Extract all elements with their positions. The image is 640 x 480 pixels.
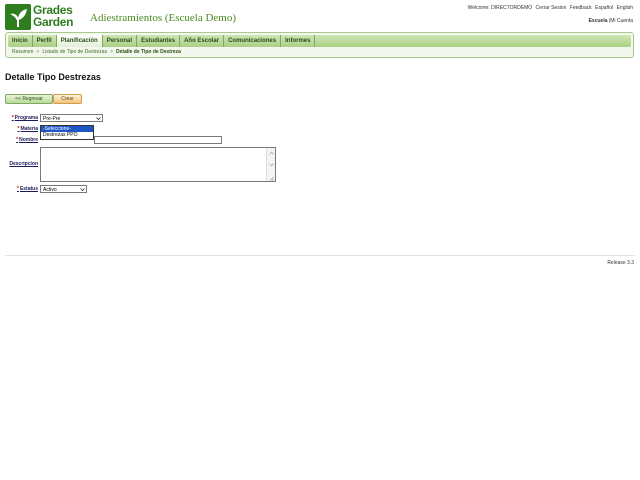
tab-comunicaciones[interactable]: Comunicaciones <box>224 35 282 47</box>
estatus-select[interactable]: Activo <box>40 185 87 193</box>
resize-grip-icon[interactable] <box>269 176 274 181</box>
programa-value: Pre-Pre <box>43 116 61 122</box>
programa-label: *Programa <box>11 115 38 121</box>
breadcrumb-listado[interactable]: Listado de Tipo de Destrezas <box>42 49 107 55</box>
tab-ano-escolar[interactable]: Año Escolar <box>180 35 225 47</box>
breadcrumb-separator-icon: > <box>36 49 40 55</box>
estatus-label: *Estatus <box>16 186 38 192</box>
main-nav: Inicio Perfil Planificación Personal Est… <box>8 35 631 47</box>
spanish-link[interactable]: Español <box>595 5 613 11</box>
tab-planificacion[interactable]: Planificación <box>56 35 103 47</box>
english-link[interactable]: English <box>617 5 633 11</box>
nav-container: Inicio Perfil Planificación Personal Est… <box>5 32 634 58</box>
school-links: Escuela |Mi Cuenta <box>588 18 633 24</box>
logo-wordmark: Grades Garden <box>33 3 74 29</box>
grades-garden-logo: Grades Garden <box>5 4 83 31</box>
required-mark: * <box>16 137 19 143</box>
tab-estudiantes[interactable]: Estudiantes <box>137 35 181 47</box>
back-button[interactable]: << Regresar <box>5 94 53 104</box>
scroll-down-icon[interactable] <box>269 163 274 167</box>
tab-perfil[interactable]: Perfil <box>33 35 57 47</box>
required-mark: * <box>16 186 19 192</box>
scroll-up-icon[interactable] <box>269 151 274 155</box>
chevron-down-icon <box>96 117 101 121</box>
app-title: Adiestramientos (Escuela Demo) <box>90 12 237 24</box>
breadcrumb: Resumen > Listado de Tipo de Destrezas > Det… <box>12 49 181 55</box>
page-title: Detalle Tipo Destrezas <box>5 72 101 82</box>
create-button[interactable]: Crear <box>53 94 82 104</box>
leaf-logo-icon <box>5 4 31 30</box>
my-account-link[interactable]: Mi Cuenta <box>610 18 633 24</box>
release-version: Release 3.3 <box>607 260 634 266</box>
required-mark: * <box>11 115 14 121</box>
materia-dropdown-list[interactable]: -Seleccione- Destrezas PPO <box>40 125 94 140</box>
programa-select[interactable]: Pre-Pre <box>40 114 103 122</box>
chevron-down-icon <box>80 188 85 192</box>
nombre-input[interactable] <box>94 136 222 144</box>
breadcrumb-separator-icon: > <box>110 49 114 55</box>
footer-divider <box>5 255 635 256</box>
tab-informes[interactable]: Informes <box>281 35 316 47</box>
estatus-value: Activo <box>43 187 57 193</box>
breadcrumb-resumen[interactable]: Resumen <box>12 49 33 55</box>
descripcion-textarea[interactable] <box>40 147 276 182</box>
feedback-link[interactable]: Feedback <box>570 5 592 11</box>
materia-option-destrezas[interactable]: Destrezas PPO <box>41 132 93 138</box>
breadcrumb-current: Detalle de Tipo de Destreza <box>116 49 181 55</box>
descripcion-label: Descripcion <box>9 161 38 167</box>
tab-personal[interactable]: Personal <box>103 35 138 47</box>
nombre-label: *Nombre <box>16 137 38 143</box>
materia-label: *Materia <box>17 126 38 132</box>
school-label: Escuela <box>588 18 608 24</box>
welcome-text: Welcome: DIRECTORDEMO <box>467 5 533 11</box>
logout-link[interactable]: Cerrar Sesion <box>536 5 567 11</box>
top-links: Welcome: DIRECTORDEMO Cerrar Sesion Feed… <box>466 5 633 11</box>
tab-inicio[interactable]: Inicio <box>8 35 33 47</box>
